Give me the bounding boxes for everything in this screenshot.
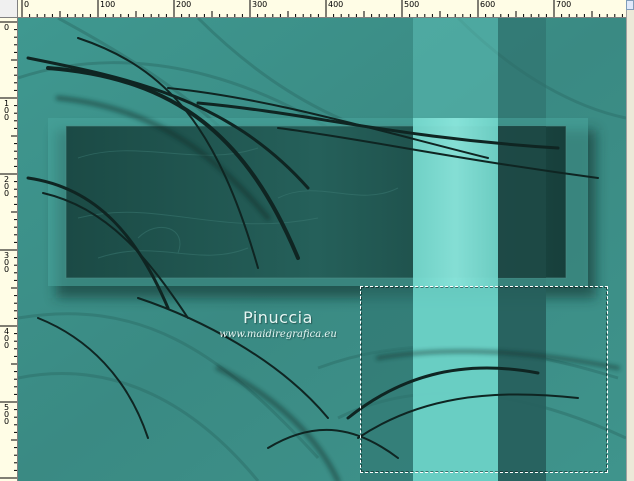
ruler-left-label: 200 — [4, 175, 10, 198]
ruler-left-label: 400 — [4, 327, 10, 350]
ruler-left-label: 500 — [4, 403, 10, 426]
ruler-top-label: 200 — [176, 0, 192, 9]
ruler-top-label: 600 — [480, 0, 496, 9]
watermark-url: www.maidiregrafica.eu — [219, 329, 337, 340]
ruler-top-label: 500 — [404, 0, 420, 9]
image-canvas[interactable]: Pinuccia www.maidiregrafica.eu — [18, 18, 626, 481]
ruler-left-label: 100 — [4, 99, 10, 122]
ruler-top-label: 0 — [24, 0, 30, 9]
ruler-top-label: 300 — [252, 0, 268, 9]
image-editor-window: 0 100 200 300 400 500 600 700 0 100 200 … — [0, 0, 634, 481]
selection-marquee[interactable] — [360, 286, 608, 473]
scroll-up-button[interactable] — [626, 0, 634, 10]
ruler-left-label: 300 — [4, 251, 10, 274]
ruler-corner — [0, 0, 18, 18]
dark-stripe-panel — [498, 126, 546, 278]
watermark-name: Pinuccia — [243, 308, 313, 327]
watermark: Pinuccia www.maidiregrafica.eu — [198, 308, 358, 340]
ruler-top-label: 700 — [556, 0, 572, 9]
ruler-top-label: 100 — [100, 0, 116, 9]
vertical-ruler: 0 100 200 300 400 500 — [0, 18, 18, 481]
ruler-left-label: 0 — [4, 23, 10, 32]
ruler-top-label: 400 — [328, 0, 344, 9]
horizontal-ruler: 0 100 200 300 400 500 600 700 — [18, 0, 626, 18]
vertical-scrollbar[interactable] — [626, 0, 634, 481]
